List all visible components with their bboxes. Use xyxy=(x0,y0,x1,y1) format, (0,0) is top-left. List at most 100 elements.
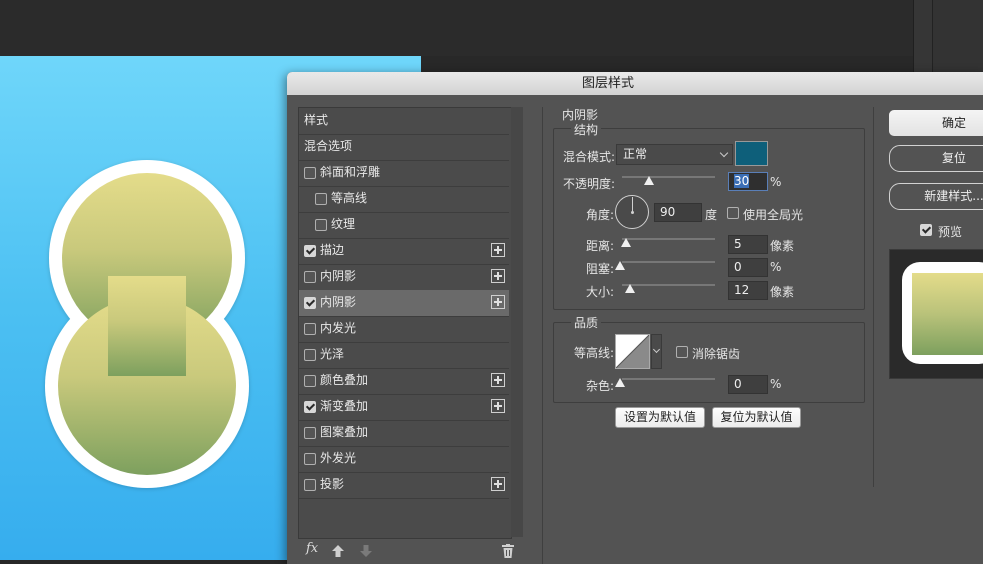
add-effect-icon[interactable] xyxy=(491,295,505,309)
new-style-button[interactable]: 新建样式... xyxy=(889,183,983,210)
style-list-item[interactable]: 样式 xyxy=(299,108,509,135)
ok-button[interactable]: 确定 xyxy=(889,110,983,136)
structure-title: 结构 xyxy=(571,121,602,138)
choke-slider-handle[interactable] xyxy=(615,261,625,270)
reset-default-button[interactable]: 复位为默认值 xyxy=(712,407,801,428)
add-effect-icon[interactable] xyxy=(491,477,505,491)
set-default-button[interactable]: 设置为默认值 xyxy=(615,407,705,428)
distance-input[interactable]: 5 xyxy=(728,235,768,254)
style-checkbox[interactable] xyxy=(304,453,316,465)
move-up-icon[interactable] xyxy=(332,545,344,557)
style-checkbox[interactable] xyxy=(304,271,316,283)
move-down-icon[interactable] xyxy=(360,545,372,557)
style-checkbox[interactable] xyxy=(304,167,316,179)
blend-mode-select[interactable]: 正常 xyxy=(616,144,733,165)
style-list-label: 投影 xyxy=(320,477,345,491)
layer-style-dialog: 图层样式 样式 混合选项 斜面和浮雕 等高线 纹理 描边 内阴影 内阴影 内发光 光泽 颜色叠加 渐变… xyxy=(287,72,983,564)
style-list-label: 光泽 xyxy=(320,347,345,361)
style-list-label: 内阴影 xyxy=(320,269,357,283)
style-list-label: 图案叠加 xyxy=(320,425,369,439)
style-list-item[interactable]: 外发光 xyxy=(299,446,509,473)
style-checkbox[interactable] xyxy=(304,297,316,309)
style-list-item[interactable]: 内阴影 xyxy=(299,290,509,317)
reset-button[interactable]: 复位 xyxy=(889,145,983,172)
style-list-label: 描边 xyxy=(320,243,345,257)
style-checkbox[interactable] xyxy=(304,245,316,257)
trash-icon[interactable] xyxy=(502,544,514,558)
preview-checkbox[interactable] xyxy=(920,224,932,236)
noise-label: 杂色: xyxy=(586,379,615,393)
preview-label: 预览 xyxy=(938,225,963,239)
add-effect-icon[interactable] xyxy=(491,269,505,283)
style-checkbox[interactable] xyxy=(304,375,316,387)
style-checkbox[interactable] xyxy=(304,479,316,491)
choke-slider-track[interactable] xyxy=(622,261,715,263)
distance-slider-handle[interactable] xyxy=(621,238,631,247)
shadow-color-swatch[interactable] xyxy=(735,141,768,166)
style-list-item[interactable]: 颜色叠加 xyxy=(299,368,509,395)
preview-fill xyxy=(912,273,983,355)
opacity-input[interactable]: 30 xyxy=(728,172,768,191)
style-list-label: 渐变叠加 xyxy=(320,399,369,413)
style-list-label: 等高线 xyxy=(331,191,368,205)
style-list-scrollbar[interactable] xyxy=(511,107,523,537)
global-light-checkbox[interactable] xyxy=(727,207,739,219)
global-light-label: 使用全局光 xyxy=(743,208,804,222)
chevron-down-icon xyxy=(719,148,729,158)
style-checkbox[interactable] xyxy=(304,349,316,361)
noise-input[interactable]: 0 xyxy=(728,375,768,394)
style-list-item[interactable]: 内发光 xyxy=(299,316,509,343)
dialog-title: 图层样式 xyxy=(581,76,634,91)
size-slider-handle[interactable] xyxy=(625,284,635,293)
style-list-label: 斜面和浮雕 xyxy=(320,165,381,179)
style-list: 样式 混合选项 斜面和浮雕 等高线 纹理 描边 内阴影 内阴影 内发光 光泽 颜色叠加 渐变叠加 图案叠… xyxy=(298,107,512,539)
noise-slider-handle[interactable] xyxy=(615,378,625,387)
add-effect-icon[interactable] xyxy=(491,399,505,413)
style-list-label: 内阴影 xyxy=(320,295,357,309)
size-label: 大小: xyxy=(586,285,615,299)
style-checkbox[interactable] xyxy=(304,401,316,413)
add-effect-icon[interactable] xyxy=(491,373,505,387)
angle-dial[interactable] xyxy=(615,195,649,229)
style-list-item[interactable]: 渐变叠加 xyxy=(299,394,509,421)
blend-mode-label: 混合模式: xyxy=(563,150,616,164)
style-list-item[interactable]: 描边 xyxy=(299,238,509,265)
style-list-item[interactable]: 图案叠加 xyxy=(299,420,509,447)
divider xyxy=(542,107,543,564)
style-list-item[interactable]: 等高线 xyxy=(299,186,509,213)
style-checkbox[interactable] xyxy=(304,323,316,335)
style-list-label: 颜色叠加 xyxy=(320,373,369,387)
contour-label: 等高线: xyxy=(574,346,615,360)
contour-picker[interactable] xyxy=(615,334,650,369)
style-list-item[interactable]: 斜面和浮雕 xyxy=(299,160,509,187)
app-top-bar xyxy=(0,0,983,56)
opacity-slider-track[interactable] xyxy=(622,176,715,178)
antialias-checkbox[interactable] xyxy=(676,346,688,358)
contour-dropdown[interactable] xyxy=(651,334,662,369)
style-list-item[interactable]: 光泽 xyxy=(299,342,509,369)
panel-strip xyxy=(932,0,983,72)
dialog-title-bar[interactable]: 图层样式 xyxy=(287,72,983,95)
angle-unit: 度 xyxy=(705,208,718,222)
size-slider-track[interactable] xyxy=(622,284,715,286)
style-list-item[interactable]: 纹理 xyxy=(299,212,509,239)
style-checkbox[interactable] xyxy=(315,219,327,231)
style-list-item[interactable]: 内阴影 xyxy=(299,264,509,291)
style-checkbox[interactable] xyxy=(304,427,316,439)
distance-slider-track[interactable] xyxy=(622,238,715,240)
divider xyxy=(873,107,874,487)
choke-input[interactable]: 0 xyxy=(728,258,768,277)
add-effect-icon[interactable] xyxy=(491,243,505,257)
chevron-down-icon xyxy=(652,345,661,354)
blend-mode-value: 正常 xyxy=(623,147,648,161)
opacity-slider-handle[interactable] xyxy=(644,176,654,185)
angle-dial-hand xyxy=(632,197,633,212)
style-list-item[interactable]: 混合选项 xyxy=(299,134,509,161)
style-checkbox[interactable] xyxy=(315,193,327,205)
fx-button[interactable]: fx xyxy=(306,541,318,556)
distance-unit: 像素 xyxy=(770,239,795,253)
noise-slider-track[interactable] xyxy=(622,378,715,380)
angle-input[interactable]: 90 xyxy=(654,203,702,222)
size-input[interactable]: 12 xyxy=(728,281,768,300)
style-list-item[interactable]: 投影 xyxy=(299,472,509,499)
